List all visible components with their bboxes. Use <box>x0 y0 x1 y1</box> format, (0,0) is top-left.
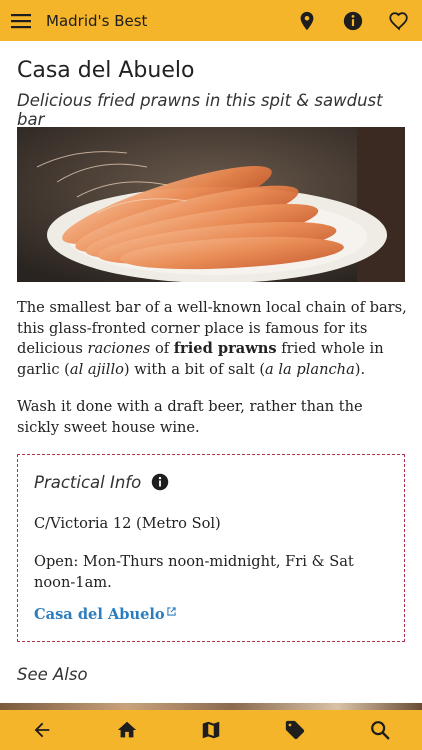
desc-text: ) with a bit of salt ( <box>123 360 266 378</box>
map-pin-button[interactable] <box>284 0 330 41</box>
back-button[interactable] <box>12 710 72 750</box>
desc-italic-al-ajillo: al ajillo <box>69 360 124 378</box>
desc-text: ). <box>354 360 366 378</box>
back-arrow-icon <box>34 722 50 738</box>
opening-hours-text: Open: Mon-Thurs noon-midnight, Fri & Sat… <box>34 553 354 591</box>
info-icon <box>343 11 363 30</box>
place-tagline: Delicious fried prawns in this spit & sa… <box>17 91 383 129</box>
desc-text: of <box>150 340 174 357</box>
map-icon <box>202 721 220 739</box>
top-app-bar: Madrid's Best <box>0 0 422 41</box>
website-link[interactable]: Casa del Abuelo <box>34 606 176 623</box>
info-button[interactable] <box>330 0 376 41</box>
menu-button[interactable] <box>0 0 42 41</box>
see-also-image-strip[interactable] <box>0 703 422 710</box>
website-link-label: Casa del Abuelo <box>34 606 165 623</box>
practical-info-heading: Practical Info <box>34 473 142 492</box>
description-paragraph-2: Wash it done with a draft beer, rather t… <box>17 398 363 436</box>
search-button[interactable] <box>350 710 410 750</box>
home-button[interactable] <box>97 710 157 750</box>
search-icon <box>370 721 390 740</box>
detail-content[interactable]: Casa del Abuelo Delicious fried prawns i… <box>0 41 422 710</box>
heart-icon <box>389 11 408 31</box>
bottom-nav-bar <box>0 710 422 750</box>
desc-italic-a-la-plancha: a la plancha <box>265 360 355 378</box>
practical-info-heading-row: Practical Info <box>34 473 169 492</box>
hero-image <box>17 127 405 282</box>
see-also-heading: See Also <box>17 665 88 684</box>
place-title: Casa del Abuelo <box>17 58 195 83</box>
fried-prawns-photo <box>17 127 405 282</box>
address-text: C/Victoria 12 (Metro Sol) <box>34 515 221 532</box>
description-paragraph-1: The smallest bar of a well-known local c… <box>17 298 407 380</box>
desc-italic-raciones: raciones <box>87 340 151 357</box>
menu-icon <box>11 13 31 28</box>
map-pin-icon <box>300 11 314 30</box>
practical-info-box: Practical Info C/Victoria 12 (Metro Sol)… <box>17 454 405 642</box>
desc-bold-fried-prawns: fried prawns <box>173 340 277 357</box>
tags-button[interactable] <box>265 710 325 750</box>
home-icon <box>117 721 136 738</box>
app-title: Madrid's Best <box>46 11 148 30</box>
info-icon[interactable] <box>151 473 169 491</box>
map-button[interactable] <box>181 710 241 750</box>
external-link-icon <box>167 607 176 616</box>
tag-icon <box>286 720 305 740</box>
favorite-button[interactable] <box>376 0 422 41</box>
